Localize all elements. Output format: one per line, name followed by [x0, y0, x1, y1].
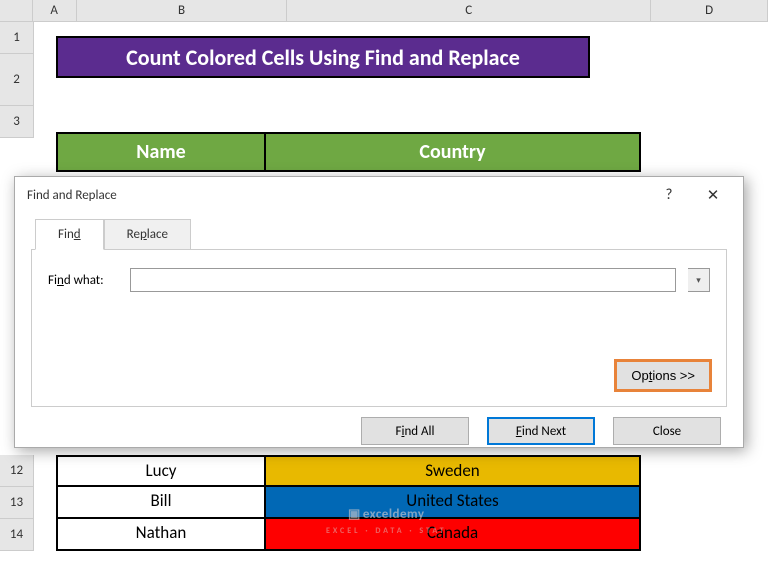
- row-header-3[interactable]: 3: [0, 106, 34, 138]
- options-button[interactable]: Options >>: [614, 359, 712, 392]
- select-all-corner[interactable]: [0, 0, 33, 21]
- dialog-title: Find and Replace: [27, 188, 647, 203]
- cell-name[interactable]: Nathan: [56, 519, 266, 551]
- col-header-c[interactable]: C: [287, 0, 651, 21]
- find-what-input[interactable]: [130, 268, 676, 292]
- row-header-12[interactable]: 12: [0, 455, 34, 487]
- cell-name[interactable]: Bill: [56, 487, 266, 519]
- header-country[interactable]: Country: [266, 132, 641, 172]
- col-header-d[interactable]: D: [651, 0, 768, 21]
- dialog-tabs: Find Replace: [35, 219, 743, 250]
- find-all-button[interactable]: Find All: [361, 417, 469, 445]
- row-header-13[interactable]: 13: [0, 487, 34, 519]
- find-what-label: Find what:: [48, 273, 118, 288]
- row-header-14[interactable]: 14: [0, 519, 34, 551]
- close-button[interactable]: Close: [613, 417, 721, 445]
- col-header-a[interactable]: A: [33, 0, 77, 21]
- table-row: Lucy Sweden: [56, 455, 641, 487]
- header-name[interactable]: Name: [56, 132, 266, 172]
- tab-panel: Find what: ▾ Options >>: [31, 249, 727, 407]
- find-what-row: Find what: ▾: [48, 268, 710, 292]
- dialog-buttons: Find All Find Next Close: [15, 407, 743, 455]
- tab-replace[interactable]: Replace: [104, 219, 191, 250]
- tab-find[interactable]: Find: [35, 219, 104, 250]
- dialog-titlebar[interactable]: Find and Replace ? ✕: [15, 177, 743, 213]
- watermark: ▣exceldemy EXCEL · DATA · STAT: [326, 507, 447, 537]
- col-header-b[interactable]: B: [77, 0, 288, 21]
- watermark-tag: EXCEL · DATA · STAT: [326, 526, 447, 536]
- cell-country[interactable]: Sweden: [266, 455, 641, 487]
- watermark-icon: ▣: [348, 507, 361, 522]
- close-icon[interactable]: ✕: [691, 180, 735, 210]
- table-header-row: Name Country: [56, 132, 641, 172]
- row-header-2[interactable]: 2: [0, 54, 34, 106]
- spreadsheet: A B C D 1 2 3 12 13 14 Count Colored Cel…: [0, 0, 768, 22]
- page-title: Count Colored Cells Using Find and Repla…: [56, 36, 590, 78]
- help-icon[interactable]: ?: [647, 180, 691, 210]
- watermark-brand: exceldemy: [363, 507, 425, 522]
- find-history-dropdown[interactable]: ▾: [688, 268, 710, 292]
- cell-country[interactable]: United States: [266, 487, 641, 519]
- chevron-down-icon: ▾: [696, 275, 701, 286]
- find-next-button[interactable]: Find Next: [487, 417, 595, 445]
- cell-name[interactable]: Lucy: [56, 455, 266, 487]
- column-headers: A B C D: [0, 0, 768, 22]
- row-header-1[interactable]: 1: [0, 22, 34, 54]
- find-replace-dialog: Find and Replace ? ✕ Find Replace Find w…: [14, 176, 744, 448]
- cell-country[interactable]: Canada: [266, 519, 641, 551]
